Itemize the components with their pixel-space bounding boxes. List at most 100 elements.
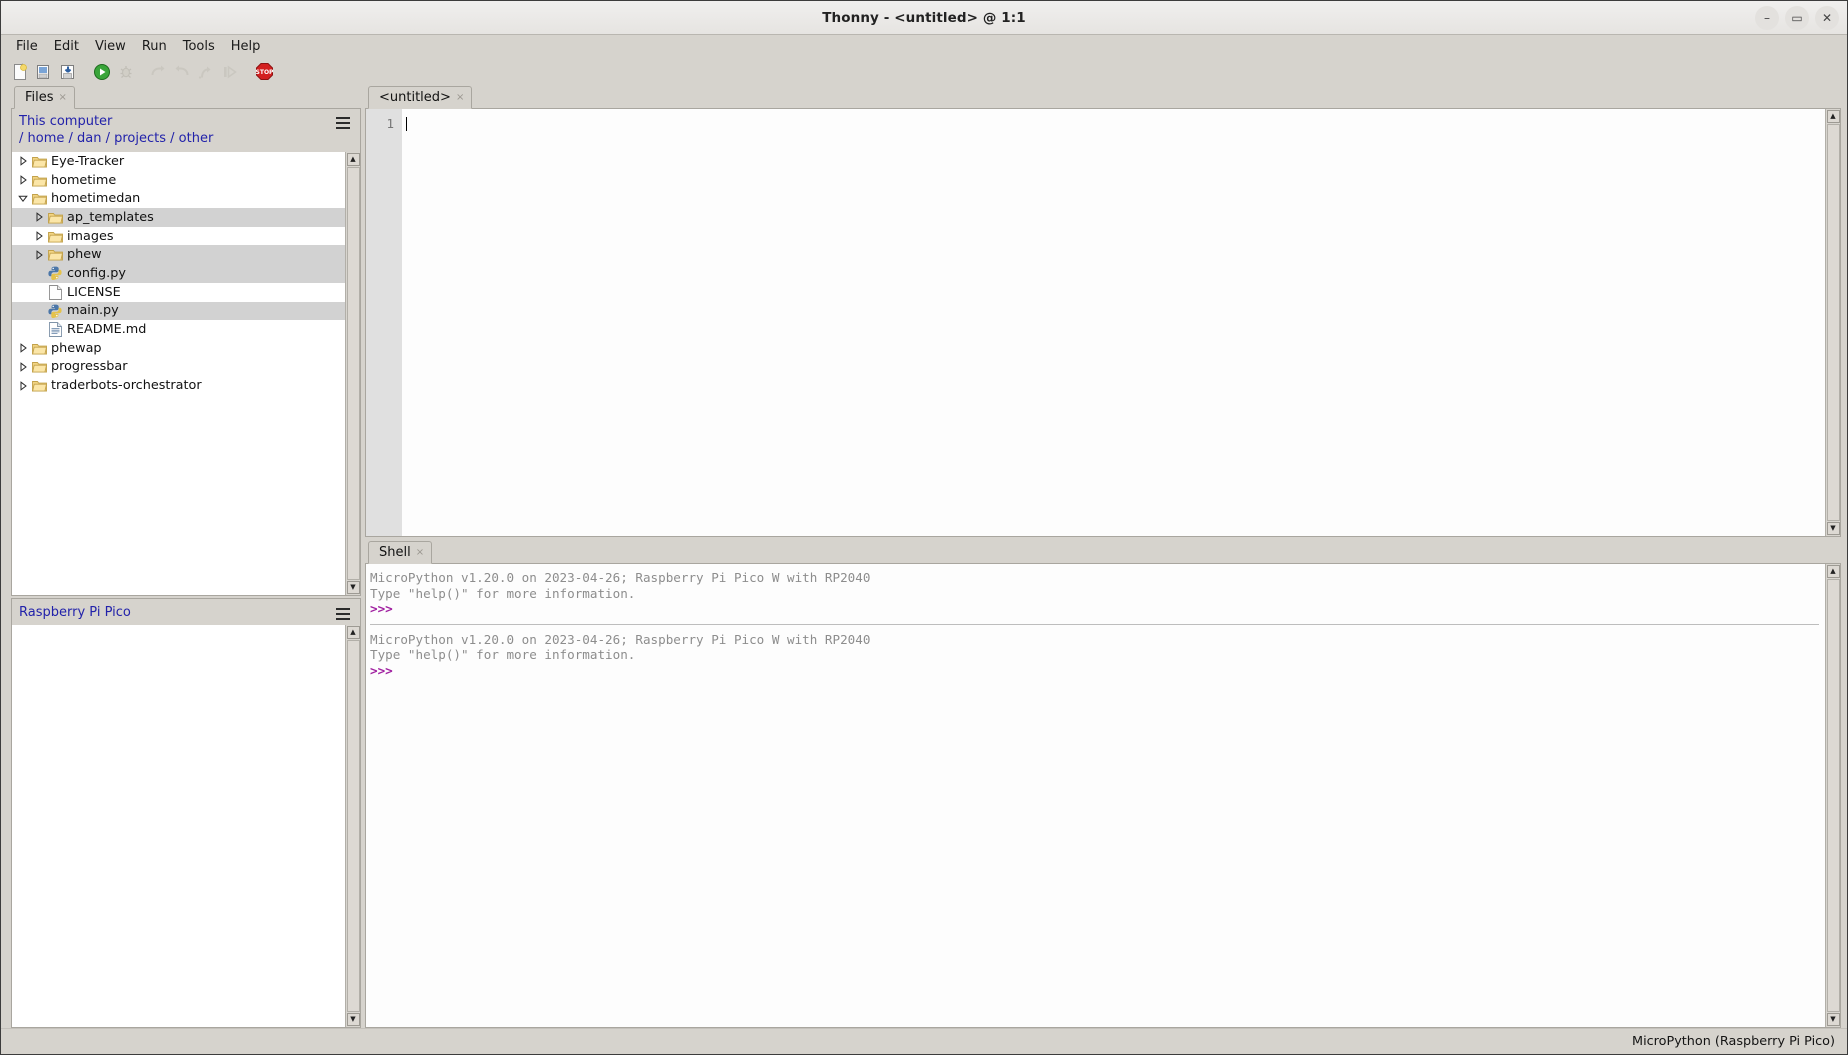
maximize-button[interactable]: ▭ bbox=[1785, 6, 1809, 30]
scroll-up-icon[interactable]: ▲ bbox=[1827, 110, 1840, 123]
tree-item-ap-templates[interactable]: ap_templates bbox=[12, 208, 345, 227]
close-icon[interactable]: × bbox=[59, 93, 67, 103]
scroll-down-icon[interactable]: ▼ bbox=[347, 581, 360, 594]
save-file-icon[interactable] bbox=[57, 61, 79, 83]
menu-view[interactable]: View bbox=[87, 37, 134, 56]
shell-scrollbar[interactable]: ▲ ▼ bbox=[1825, 564, 1840, 1027]
run-icon[interactable] bbox=[91, 61, 113, 83]
tree-item-phewap[interactable]: phewap bbox=[12, 339, 345, 358]
scroll-thumb[interactable] bbox=[347, 167, 360, 580]
files-scrollbar[interactable]: ▲ ▼ bbox=[345, 152, 360, 595]
chevron-down-icon[interactable] bbox=[16, 194, 30, 203]
menu-tools[interactable]: Tools bbox=[175, 37, 223, 56]
tree-item-images[interactable]: images bbox=[12, 227, 345, 246]
shell-output[interactable]: MicroPython v1.20.0 on 2023-04-26; Raspb… bbox=[366, 564, 1825, 1027]
menu-run[interactable]: Run bbox=[134, 37, 175, 56]
path-breadcrumb[interactable]: / home / dan / projects / other bbox=[19, 130, 336, 147]
chevron-right-icon[interactable] bbox=[32, 212, 46, 222]
window-controls: – ▭ ✕ bbox=[1755, 1, 1839, 35]
chevron-right-icon[interactable] bbox=[16, 156, 30, 166]
chevron-right-icon[interactable] bbox=[16, 381, 30, 391]
folder-icon bbox=[30, 379, 48, 392]
chevron-right-icon[interactable] bbox=[16, 362, 30, 372]
line-number-gutter: 1 bbox=[366, 109, 402, 536]
tab-shell-label: Shell bbox=[379, 545, 411, 560]
svg-text:STOP: STOP bbox=[255, 69, 273, 76]
close-icon[interactable]: × bbox=[416, 548, 424, 558]
scroll-down-icon[interactable]: ▼ bbox=[1827, 522, 1840, 535]
title-bar: Thonny - <untitled> @ 1:1 – ▭ ✕ bbox=[1, 1, 1847, 35]
tab-untitled[interactable]: <untitled> × bbox=[368, 86, 472, 109]
tree-item-traderbots-orchestrator[interactable]: traderbots-orchestrator bbox=[12, 376, 345, 395]
menu-help[interactable]: Help bbox=[223, 37, 269, 56]
tree-item-readme-md[interactable]: README.md bbox=[12, 320, 345, 339]
editor-panel: <untitled> × 1 ▲ ▼ bbox=[365, 85, 1841, 537]
new-file-icon[interactable] bbox=[9, 61, 31, 83]
shell-line: MicroPython v1.20.0 on 2023-04-26; Raspb… bbox=[370, 632, 1825, 648]
scroll-thumb[interactable] bbox=[1827, 124, 1840, 521]
open-file-icon[interactable] bbox=[33, 61, 55, 83]
line-number: 1 bbox=[366, 116, 394, 131]
folder-icon bbox=[30, 360, 48, 373]
tree-item-label: hometimedan bbox=[51, 191, 140, 206]
location-label[interactable]: This computer bbox=[19, 113, 336, 130]
device-file-list[interactable] bbox=[12, 625, 345, 1027]
minimize-button[interactable]: – bbox=[1755, 6, 1779, 30]
folder-icon bbox=[30, 155, 48, 168]
hamburger-icon[interactable] bbox=[336, 117, 350, 129]
scroll-up-icon[interactable]: ▲ bbox=[1827, 565, 1840, 578]
chevron-right-icon[interactable] bbox=[16, 343, 30, 353]
tab-files[interactable]: Files × bbox=[14, 86, 75, 109]
scroll-thumb[interactable] bbox=[347, 640, 360, 1012]
close-button[interactable]: ✕ bbox=[1815, 6, 1839, 30]
tree-item-label: main.py bbox=[67, 303, 119, 318]
shell-prompt[interactable]: >>> bbox=[370, 601, 1825, 617]
interpreter-status[interactable]: MicroPython (Raspberry Pi Pico) bbox=[1632, 1034, 1835, 1049]
tree-item-phew[interactable]: phew bbox=[12, 245, 345, 264]
device-scrollbar[interactable]: ▲ ▼ bbox=[345, 625, 360, 1027]
chevron-right-icon[interactable] bbox=[32, 231, 46, 241]
shell-line: Type "help()" for more information. bbox=[370, 586, 1825, 602]
tree-item-eye-tracker[interactable]: Eye-Tracker bbox=[12, 152, 345, 171]
folder-icon bbox=[46, 211, 64, 224]
files-panel: This computer / home / dan / projects / … bbox=[11, 109, 361, 596]
file-tree[interactable]: Eye-Trackerhometimehometimedan ap_templat… bbox=[12, 152, 345, 595]
code-editor[interactable] bbox=[402, 109, 1825, 536]
tree-item-main-py[interactable]: main.py bbox=[12, 302, 345, 321]
menu-file[interactable]: File bbox=[8, 37, 46, 56]
tree-item-label: LICENSE bbox=[67, 285, 121, 300]
tree-item-progressbar[interactable]: progressbar bbox=[12, 358, 345, 377]
close-icon[interactable]: × bbox=[456, 93, 464, 103]
menu-edit[interactable]: Edit bbox=[46, 37, 87, 56]
shell-prompt[interactable]: >>> bbox=[370, 663, 1825, 679]
document-file-icon bbox=[46, 322, 64, 337]
step-into-icon bbox=[171, 61, 193, 83]
debug-icon bbox=[115, 61, 137, 83]
tree-item-label: README.md bbox=[67, 322, 146, 337]
scroll-thumb[interactable] bbox=[1827, 579, 1840, 1012]
tree-item-config-py[interactable]: config.py bbox=[12, 264, 345, 283]
tab-files-label: Files bbox=[25, 90, 54, 105]
stop-icon[interactable]: STOP bbox=[253, 61, 275, 83]
scroll-down-icon[interactable]: ▼ bbox=[347, 1013, 360, 1026]
scroll-down-icon[interactable]: ▼ bbox=[1827, 1013, 1840, 1026]
tree-item-label: progressbar bbox=[51, 359, 127, 374]
shell-line: MicroPython v1.20.0 on 2023-04-26; Raspb… bbox=[370, 570, 1825, 586]
tab-shell[interactable]: Shell × bbox=[368, 541, 432, 564]
editor-scrollbar[interactable]: ▲ ▼ bbox=[1825, 109, 1840, 536]
device-title: Raspberry Pi Pico bbox=[19, 605, 336, 620]
menu-bar: File Edit View Run Tools Help bbox=[1, 35, 1847, 58]
tree-item-label: images bbox=[67, 229, 114, 244]
tree-item-license[interactable]: LICENSE bbox=[12, 283, 345, 302]
chevron-right-icon[interactable] bbox=[32, 250, 46, 260]
chevron-right-icon[interactable] bbox=[16, 175, 30, 185]
tree-item-label: traderbots-orchestrator bbox=[51, 378, 202, 393]
scroll-up-icon[interactable]: ▲ bbox=[347, 626, 360, 639]
main-area: Files × This computer / home / dan / pro… bbox=[1, 85, 1847, 1028]
tree-item-hometimedan[interactable]: hometimedan bbox=[12, 189, 345, 208]
step-over-icon bbox=[147, 61, 169, 83]
hamburger-icon[interactable] bbox=[336, 608, 350, 620]
scroll-up-icon[interactable]: ▲ bbox=[347, 153, 360, 166]
tree-item-hometime[interactable]: hometime bbox=[12, 171, 345, 190]
status-bar: MicroPython (Raspberry Pi Pico) bbox=[1, 1028, 1847, 1054]
